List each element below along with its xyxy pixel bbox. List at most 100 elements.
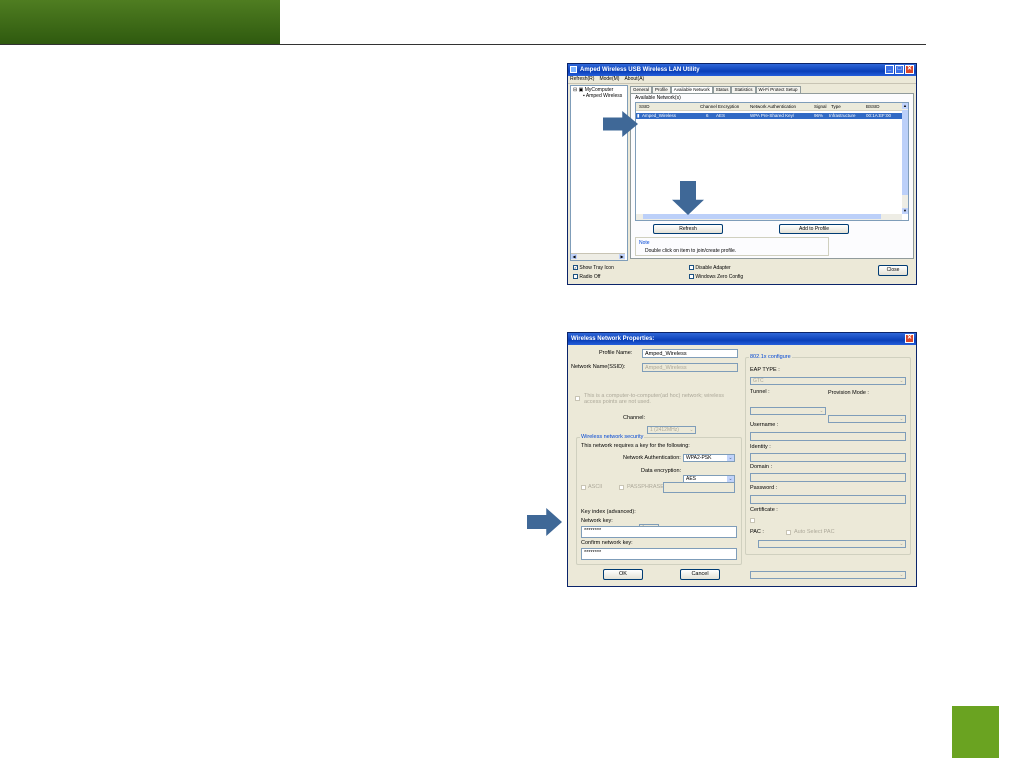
refresh-button[interactable]: Refresh: [653, 224, 723, 234]
cell-bssid: 00:1A:EF:00: [866, 113, 892, 118]
checkbox-icon[interactable]: [573, 274, 578, 280]
col-signal[interactable]: Signal: [814, 103, 827, 110]
vscroll-thumb[interactable]: [902, 110, 908, 195]
chevron-down-icon[interactable]: ⌄: [898, 541, 905, 547]
identity-label: Identity :: [750, 444, 771, 450]
expand-icon[interactable]: ⊟: [573, 87, 577, 93]
hscroll-thumb[interactable]: [643, 214, 881, 219]
close-window-button[interactable]: ✕: [905, 65, 914, 74]
certificate-label: Certificate :: [750, 507, 778, 513]
confirm-key-input[interactable]: ********: [581, 548, 737, 560]
chevron-down-icon[interactable]: ⌄: [898, 378, 905, 384]
col-channel[interactable]: Channel: [700, 103, 717, 110]
domain-label: Domain :: [750, 464, 773, 470]
profile-name-input[interactable]: Amped_Wireless: [642, 349, 738, 358]
list-vscrollbar[interactable]: ▲ ▼: [902, 103, 908, 214]
eap-type-select[interactable]: GTC ⌄: [750, 377, 906, 385]
ssid-input[interactable]: Amped_Wireless: [642, 363, 738, 372]
checkbox-checked-icon[interactable]: ✓: [573, 265, 578, 271]
table-row[interactable]: ▮ Amped_Wireless 6 AES WPA Pre-Shared Ke…: [636, 113, 902, 119]
add-to-profile-button[interactable]: Add to Profile: [779, 224, 849, 234]
pac-label: PAC :: [750, 529, 764, 535]
close-button[interactable]: Close: [878, 265, 908, 276]
utility-title-bar: Amped Wireless USB Wireless LAN Utility …: [568, 64, 916, 76]
col-auth[interactable]: Network Authentication: [750, 103, 796, 110]
net-auth-label: Network Authentication:: [623, 455, 681, 461]
show-tray-checkbox[interactable]: ✓ Show Tray Icon: [573, 265, 614, 271]
network-key-input[interactable]: ********: [581, 526, 737, 538]
ascii-checkbox[interactable]: [581, 485, 586, 490]
scroll-up-icon[interactable]: ▲: [902, 103, 908, 109]
passphrase-label: PASSPHRASE: [627, 484, 664, 490]
tab-profile[interactable]: Profile: [652, 86, 671, 93]
passphrase-checkbox[interactable]: [619, 485, 624, 490]
cell-channel: 6: [706, 113, 709, 118]
domain-input[interactable]: [750, 473, 906, 482]
ok-button[interactable]: OK: [603, 569, 643, 580]
tab-available-network[interactable]: Available Network: [670, 86, 713, 93]
note-box: Note Double click on item to join/create…: [635, 237, 829, 256]
col-encryption[interactable]: Encryption: [718, 103, 739, 110]
list-hscrollbar[interactable]: [636, 214, 902, 220]
minimize-button[interactable]: _: [885, 65, 894, 74]
chevron-down-icon[interactable]: ⌄: [818, 408, 825, 414]
tab-general[interactable]: General: [630, 86, 653, 93]
scroll-down-icon[interactable]: ▼: [902, 208, 908, 214]
windows-zero-config-checkbox[interactable]: Windows Zero Config: [689, 274, 743, 280]
security-group: Wireless network security This network r…: [576, 434, 742, 565]
col-bssid[interactable]: BSSID: [866, 103, 880, 110]
certificate-checkbox[interactable]: [750, 518, 755, 523]
cell-type: Infrastructure: [829, 113, 856, 118]
tab-strip: General Profile Available Network Status…: [630, 86, 914, 93]
pac-select[interactable]: ⌄: [750, 571, 906, 579]
channel-select[interactable]: 1 (2412MHz) ⌄: [647, 426, 696, 434]
chevron-down-icon[interactable]: ⌄: [898, 572, 905, 578]
net-auth-select[interactable]: WPA2-PSK ⌄: [683, 454, 735, 462]
page-corner-badge: [952, 706, 999, 758]
scroll-right-icon[interactable]: ▶: [619, 254, 625, 259]
passphrase-input[interactable]: [663, 482, 735, 493]
col-ssid[interactable]: SSID: [639, 103, 650, 110]
cancel-button[interactable]: Cancel: [680, 569, 720, 580]
cell-ssid: Amped_Wireless: [642, 113, 677, 118]
identity-input[interactable]: [750, 453, 906, 462]
username-input[interactable]: [750, 432, 906, 441]
password-input[interactable]: [750, 495, 906, 504]
tab-panel: Available Network(s) SSID Channel Encryp…: [630, 93, 914, 259]
menu-about[interactable]: About(A): [624, 76, 644, 83]
menu-refresh[interactable]: Refresh(R): [570, 76, 594, 83]
header-bar: [0, 0, 280, 44]
disable-adapter-checkbox[interactable]: Disable Adapter: [689, 265, 731, 271]
tree-hscrollbar[interactable]: ◀ ▶: [571, 253, 625, 260]
chevron-down-icon[interactable]: ⌄: [688, 427, 695, 433]
device-tree: ⊟ ▣ MyComputer ▪ Amped Wireless ◀ ▶: [570, 85, 628, 261]
tab-statistics[interactable]: Statistics: [731, 86, 756, 93]
checkbox-icon[interactable]: [689, 265, 694, 271]
chevron-down-icon[interactable]: ⌄: [727, 455, 734, 461]
tab-status[interactable]: Status: [712, 86, 732, 93]
properties-window: Wireless Network Properties: ✕ Profile N…: [567, 332, 917, 587]
radio-off-checkbox[interactable]: Radio Off: [573, 274, 600, 280]
security-group-label: Wireless network security: [580, 434, 645, 440]
tunnel-select[interactable]: ⌄: [750, 407, 826, 415]
app-icon: [570, 66, 577, 73]
provision-mode-select[interactable]: ⌄: [828, 415, 906, 423]
properties-title: Wireless Network Properties:: [571, 336, 655, 342]
auto-select-pac-checkbox[interactable]: [786, 530, 791, 535]
chevron-down-icon[interactable]: ⌄: [898, 416, 905, 422]
col-type[interactable]: Type: [831, 103, 841, 110]
available-networks-label: Available Network(s): [635, 95, 681, 101]
scroll-left-icon[interactable]: ◀: [571, 254, 577, 259]
close-icon[interactable]: ✕: [905, 334, 914, 343]
ascii-label: ASCII: [588, 484, 603, 490]
network-key-label: Network key:: [581, 518, 613, 524]
tree-node-adapter[interactable]: ▪ Amped Wireless: [573, 93, 625, 99]
certificate-select[interactable]: ⌄: [758, 540, 906, 548]
tab-wps[interactable]: Wi-Fi Protect Setup: [755, 86, 801, 93]
adhoc-checkbox[interactable]: [575, 396, 580, 401]
checkbox-icon[interactable]: [689, 274, 694, 280]
maximize-button[interactable]: □: [895, 65, 904, 74]
menu-mode[interactable]: Mode(M): [599, 76, 619, 83]
ssid-label: Network Name(SSID):: [571, 364, 626, 370]
network-icon: ▮: [637, 113, 640, 118]
